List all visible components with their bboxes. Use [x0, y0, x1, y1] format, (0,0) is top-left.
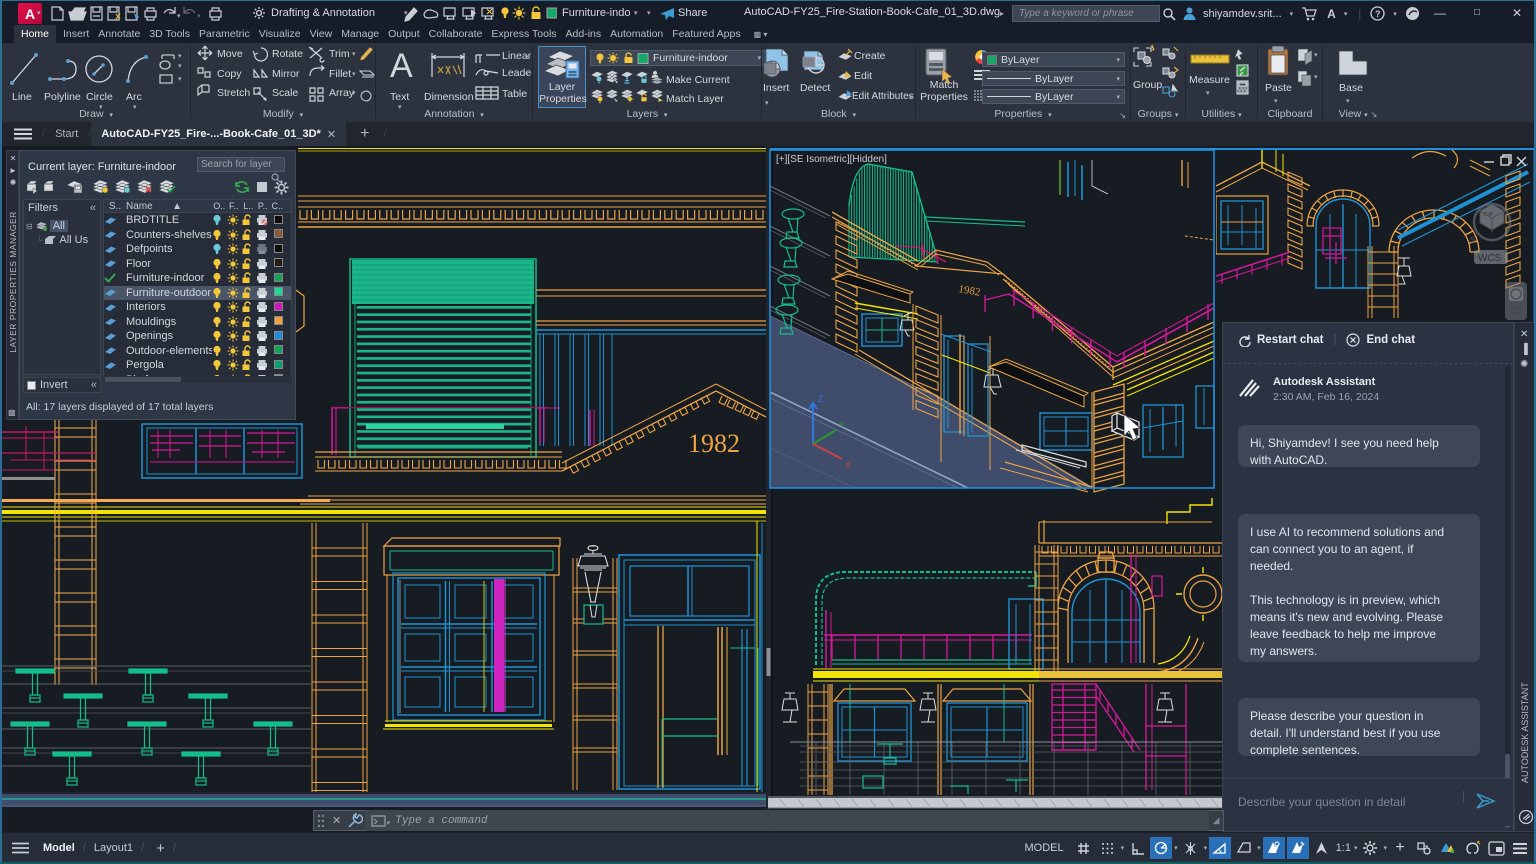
svg-text:Edit Attributes: Edit Attributes: [852, 91, 914, 102]
svg-text:Trim: Trim: [329, 48, 350, 60]
svg-text:▾: ▾: [178, 63, 182, 70]
svg-text:▾: ▾: [525, 54, 529, 61]
svg-text:Copy: Copy: [217, 68, 242, 80]
svg-text:Mirror: Mirror: [272, 68, 300, 80]
svg-text:Y: Y: [839, 420, 845, 430]
svg-text:Polyline: Polyline: [44, 91, 81, 103]
svg-text:Text: Text: [390, 91, 409, 103]
svg-text:▾: ▾: [765, 100, 769, 107]
svg-text:▾: ▾: [1314, 52, 1318, 59]
svg-text:Line: Line: [12, 91, 32, 103]
svg-text:▾: ▾: [1206, 90, 1210, 97]
svg-text:▾: ▾: [352, 51, 356, 58]
svg-text:▾: ▾: [1314, 74, 1318, 81]
svg-text:▾: ▾: [386, 820, 391, 827]
svg-text:Stretch: Stretch: [217, 87, 250, 99]
svg-text:▾: ▾: [177, 13, 181, 20]
svg-text:Measure: Measure: [1189, 74, 1230, 86]
svg-text:Group: Group: [1133, 79, 1162, 91]
svg-text:▾: ▾: [1274, 98, 1278, 105]
svg-text:[+][SE Isometric][Hidden]: [+][SE Isometric][Hidden]: [776, 154, 887, 165]
svg-text:Fillet: Fillet: [329, 68, 351, 80]
svg-text:Table: Table: [502, 88, 527, 100]
svg-text:Insert: Insert: [763, 82, 789, 94]
svg-text:▾: ▾: [909, 94, 913, 101]
svg-text:Z: Z: [818, 394, 824, 404]
svg-text:Edit: Edit: [854, 70, 872, 82]
svg-text:Array: Array: [329, 87, 355, 99]
svg-text:A: A: [390, 47, 413, 85]
svg-text:Move: Move: [217, 48, 243, 60]
svg-text:Base: Base: [1339, 82, 1363, 94]
svg-text:▾: ▾: [197, 13, 201, 20]
svg-text:Circle: Circle: [86, 91, 113, 103]
svg-text:Scale: Scale: [272, 87, 298, 99]
svg-text:▾: ▾: [525, 71, 529, 78]
svg-text:▾: ▾: [178, 53, 182, 60]
svg-text:Detect: Detect: [800, 82, 830, 94]
svg-text:▾: ▾: [1346, 98, 1350, 105]
svg-text:WCS: WCS: [1478, 253, 1502, 264]
svg-text:Paste: Paste: [1265, 82, 1292, 94]
svg-text:S: S: [1470, 235, 1476, 245]
svg-text:1982: 1982: [688, 429, 740, 458]
svg-text:TOP: TOP: [1483, 212, 1494, 218]
svg-text:Arc: Arc: [126, 91, 142, 103]
svg-text:▾: ▾: [178, 76, 182, 83]
svg-text:X: X: [845, 460, 851, 470]
svg-text:?: ?: [1375, 9, 1381, 19]
svg-text:Rotate: Rotate: [272, 48, 303, 60]
svg-text:Create: Create: [854, 50, 886, 62]
svg-text:▾: ▾: [352, 90, 356, 97]
svg-text:▾: ▾: [352, 71, 356, 78]
svg-text:Dimension: Dimension: [424, 91, 474, 103]
